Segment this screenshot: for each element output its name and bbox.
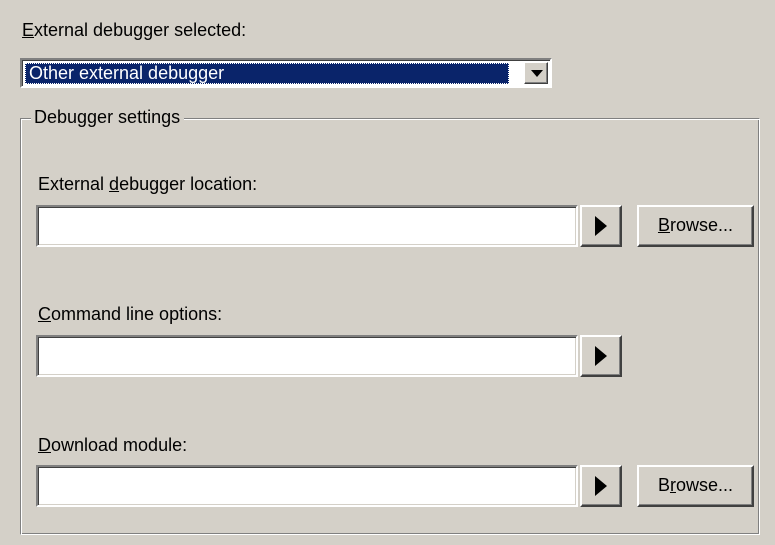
download-browse-button[interactable]: Browse... xyxy=(637,465,754,507)
label-text: ownload module: xyxy=(51,435,188,455)
location-label: External debugger location: xyxy=(38,173,257,195)
button-label: owse... xyxy=(675,475,734,495)
button-label: rowse... xyxy=(669,215,734,235)
location-input[interactable] xyxy=(36,205,578,247)
label-text: xternal debugger selected: xyxy=(34,20,247,40)
label-text: ommand line options: xyxy=(51,304,223,324)
accelerator-key: D xyxy=(38,435,51,455)
command-line-input[interactable] xyxy=(36,335,578,377)
triangle-right-icon xyxy=(595,476,607,496)
button-label: B xyxy=(657,475,670,495)
accelerator-key: C xyxy=(38,304,51,324)
accelerator-key: d xyxy=(109,174,120,194)
accelerator-key: E xyxy=(22,20,35,40)
download-module-label: Download module: xyxy=(38,434,187,456)
command-line-label: Command line options: xyxy=(38,303,222,325)
debugger-select-dropdown[interactable]: Other external debugger xyxy=(20,58,552,88)
triangle-right-icon xyxy=(595,216,607,236)
label-text: External xyxy=(38,174,110,194)
dropdown-button[interactable] xyxy=(524,62,548,84)
location-menu-button[interactable] xyxy=(580,205,622,247)
command-line-menu-button[interactable] xyxy=(580,335,622,377)
debugger-select-value: Other external debugger xyxy=(25,63,509,84)
location-browse-button[interactable]: Browse... xyxy=(637,205,754,247)
download-module-input[interactable] xyxy=(36,465,578,507)
chevron-down-icon xyxy=(531,70,543,77)
group-title: Debugger settings xyxy=(31,106,185,128)
triangle-right-icon xyxy=(595,346,607,366)
accelerator-key: B xyxy=(657,215,670,235)
debugger-select-label: External debugger selected: xyxy=(22,19,246,41)
label-text: ebugger location: xyxy=(119,174,258,194)
download-module-menu-button[interactable] xyxy=(580,465,622,507)
